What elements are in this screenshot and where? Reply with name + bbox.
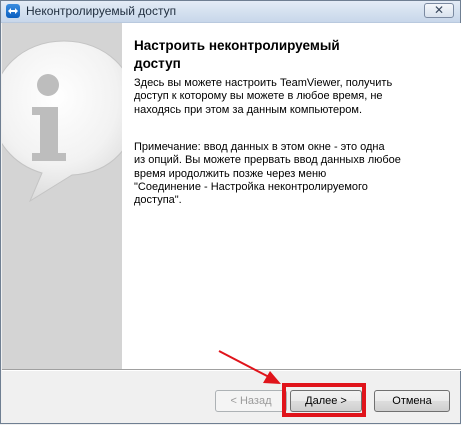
red-arrow-annotation [218,350,281,384]
wizard-window: Неконтролируемый доступ ✕ Настроить неко… [0,0,461,424]
